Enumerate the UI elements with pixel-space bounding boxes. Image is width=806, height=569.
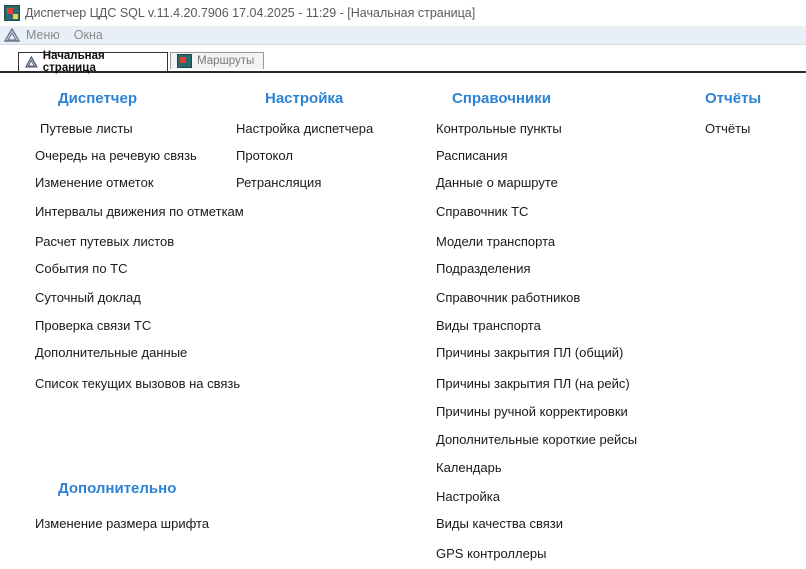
section-title-additional: Дополнительно [58, 480, 177, 497]
title-bar: Диспетчер ЦДС SQL v.11.4.20.7906 17.04.2… [0, 0, 806, 26]
link-gps-controllers[interactable]: GPS контроллеры [436, 546, 546, 561]
link-connection-quality[interactable]: Виды качества связи [436, 516, 563, 531]
link-closure-reasons-general[interactable]: Причины закрытия ПЛ (общий) [436, 345, 623, 360]
tab-strip: Начальная страница Маршруты [0, 50, 806, 74]
tab-routes-label: Маршруты [197, 55, 255, 67]
link-waybills[interactable]: Путевые листы [40, 121, 133, 136]
link-current-calls[interactable]: Список текущих вызовов на связь [35, 376, 240, 391]
link-additional-data[interactable]: Дополнительные данные [35, 345, 187, 360]
link-checkpoints[interactable]: Контрольные пункты [436, 121, 562, 136]
tab-home[interactable]: Начальная страница [18, 50, 168, 74]
link-protocol[interactable]: Протокол [236, 148, 293, 163]
link-closure-reasons-trip[interactable]: Причины закрытия ПЛ (на рейс) [436, 376, 630, 391]
link-divisions[interactable]: Подразделения [436, 261, 531, 276]
link-dispatcher-settings[interactable]: Настройка диспетчера [236, 121, 373, 136]
link-waybill-calc[interactable]: Расчет путевых листов [35, 234, 174, 249]
section-title-reports: Отчёты [705, 90, 762, 107]
tab-routes[interactable]: Маршруты [170, 52, 264, 69]
link-settings[interactable]: Настройка [436, 489, 500, 504]
link-schedules[interactable]: Расписания [436, 148, 507, 163]
link-font-size[interactable]: Изменение размера шрифта [35, 516, 209, 531]
menu-bar: Меню Окна [0, 26, 806, 45]
routes-icon [177, 54, 192, 68]
triangle-logo-icon [25, 56, 38, 68]
link-intervals[interactable]: Интервалы движения по отметкам [35, 204, 244, 219]
link-daily-report[interactable]: Суточный доклад [35, 290, 141, 305]
link-calendar[interactable]: Календарь [436, 460, 502, 475]
menu-item-windows[interactable]: Окна [74, 28, 103, 42]
section-title-references: Справочники [452, 90, 551, 107]
triangle-logo-icon [4, 28, 20, 42]
link-manual-correction-reasons[interactable]: Причины ручной корректировки [436, 404, 628, 419]
section-title-dispatcher: Диспетчер [58, 90, 138, 107]
link-transport-models[interactable]: Модели транспорта [436, 234, 555, 249]
link-vehicle-directory[interactable]: Справочник ТС [436, 204, 528, 219]
window-title: Диспетчер ЦДС SQL v.11.4.20.7906 17.04.2… [25, 6, 476, 20]
link-vehicle-events[interactable]: События по ТС [35, 261, 128, 276]
link-retranslation[interactable]: Ретрансляция [236, 175, 321, 190]
link-route-data[interactable]: Данные о маршруте [436, 175, 558, 190]
link-reports[interactable]: Отчёты [705, 121, 750, 136]
tab-home-label: Начальная страница [42, 50, 105, 74]
link-voice-queue[interactable]: Очередь на речевую связь [35, 148, 197, 163]
link-employees[interactable]: Справочник работников [436, 290, 580, 305]
app-icon [4, 5, 20, 21]
link-short-trips[interactable]: Дополнительные короткие рейсы [436, 432, 637, 447]
menu-item-menu[interactable]: Меню [26, 28, 60, 42]
link-mark-changes[interactable]: Изменение отметок [35, 175, 154, 190]
section-title-settings: Настройка [265, 90, 344, 107]
link-transport-types[interactable]: Виды транспорта [436, 318, 541, 333]
link-connection-check[interactable]: Проверка связи ТС [35, 318, 151, 333]
